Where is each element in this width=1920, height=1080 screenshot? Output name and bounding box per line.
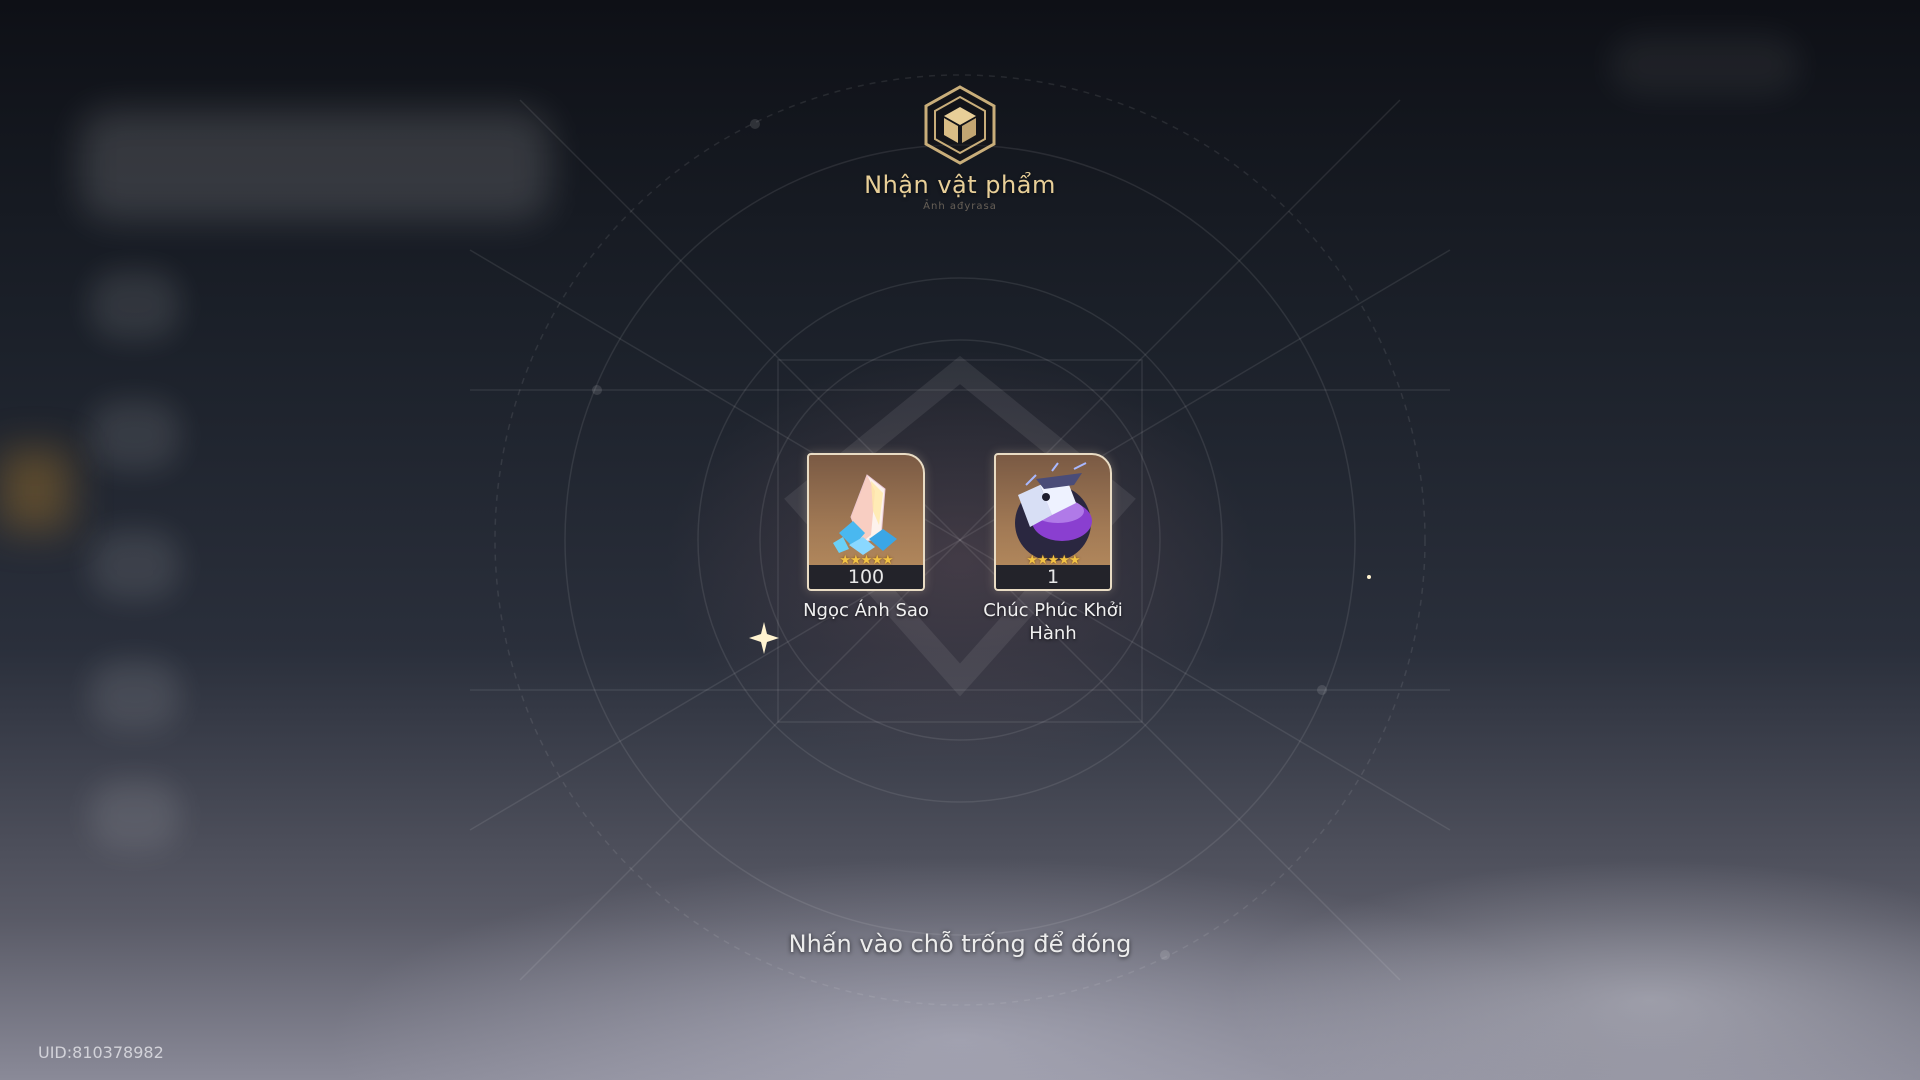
item-name: Ngọc Ánh Sao (803, 600, 929, 621)
item-count: 100 (809, 565, 923, 589)
reward-item[interactable]: ★★★★★ 1 Chúc Phúc Khởi Hành (963, 453, 1143, 645)
item-name: Chúc Phúc Khởi Hành (983, 600, 1123, 644)
close-hint: Nhấn vào chỗ trống để đóng (788, 930, 1132, 958)
dialog-header: Nhận vật phẩm Ảnh ađyrasa (760, 85, 1160, 212)
item-count: 1 (996, 565, 1110, 589)
crystal-icon (833, 474, 897, 555)
reward-card[interactable]: ★★★★★ 100 (807, 453, 925, 591)
dialog-subtitle: Ảnh ađyrasa (923, 201, 997, 212)
reward-item[interactable]: ★★★★★ 100 Ngọc Ánh Sao (776, 453, 956, 622)
cube-icon (922, 85, 998, 165)
player-uid: UID:810378982 (38, 1043, 164, 1062)
blessing-cake-icon (1015, 462, 1092, 561)
dialog-title: Nhận vật phẩm (864, 171, 1056, 199)
reward-card[interactable]: ★★★★★ 1 (994, 453, 1112, 591)
